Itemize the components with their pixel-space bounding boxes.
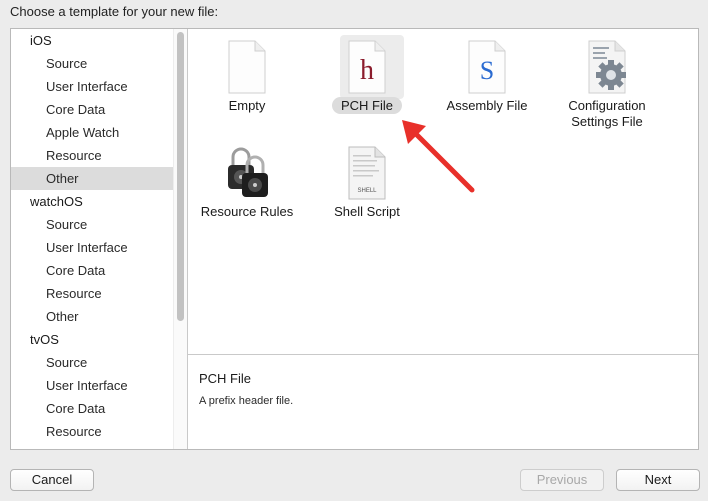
source-file-s-icon: S: [465, 39, 509, 95]
padlocks-icon: [225, 145, 269, 201]
template-label: Empty: [228, 98, 266, 113]
category-header-tvos[interactable]: tvOS: [11, 328, 173, 351]
assembly-glyph: S: [480, 56, 494, 85]
sidebar-item-tvos-resource[interactable]: Resource: [11, 420, 173, 443]
sidebar-item-watchos-core-data[interactable]: Core Data: [11, 259, 173, 282]
description-title: PCH File: [199, 371, 252, 386]
template-tile-assembly-file[interactable]: S Assembly File: [428, 33, 546, 139]
template-tile-empty[interactable]: Empty: [188, 33, 306, 139]
shell-glyph: SHELL: [357, 188, 377, 194]
template-label: PCH File: [308, 97, 426, 114]
template-category-sidebar[interactable]: iOS Source User Interface Core Data Appl…: [11, 29, 188, 449]
previous-button[interactable]: Previous: [520, 469, 604, 491]
sidebar-item-ios-core-data[interactable]: Core Data: [11, 98, 173, 121]
template-grid: Empty h PCH File S Assembly File Configu…: [188, 29, 698, 355]
sidebar-item-watchos-user-interface[interactable]: User Interface: [11, 236, 173, 259]
template-tile-pch-file[interactable]: h PCH File: [308, 33, 426, 139]
sidebar-item-tvos-user-interface[interactable]: User Interface: [11, 374, 173, 397]
sidebar-item-watchos-source[interactable]: Source: [11, 213, 173, 236]
category-header-watchos[interactable]: watchOS: [11, 190, 173, 213]
pch-glyph: h: [360, 55, 374, 86]
sidebar-item-watchos-other[interactable]: Other: [11, 305, 173, 328]
sidebar-item-tvos-core-data[interactable]: Core Data: [11, 397, 173, 420]
dialog-heading: Choose a template for your new file:: [10, 4, 219, 19]
category-header-ios[interactable]: iOS: [11, 29, 173, 52]
template-label: Assembly File: [446, 98, 528, 113]
sidebar-item-watchos-resource[interactable]: Resource: [11, 282, 173, 305]
template-tile-resource-rules[interactable]: Resource Rules: [188, 139, 306, 245]
shell-script-file-icon: SHELL: [345, 145, 389, 201]
sidebar-item-ios-resource[interactable]: Resource: [11, 144, 173, 167]
sidebar-item-ios-source[interactable]: Source: [11, 52, 173, 75]
sidebar-scroll-thumb[interactable]: [177, 32, 184, 321]
sidebar-item-tvos-source[interactable]: Source: [11, 351, 173, 374]
sidebar-item-ios-user-interface[interactable]: User Interface: [11, 75, 173, 98]
sidebar-item-ios-apple-watch[interactable]: Apple Watch: [11, 121, 173, 144]
category-list: iOS Source User Interface Core Data Appl…: [11, 29, 173, 443]
description-text: A prefix header file.: [199, 395, 294, 407]
cancel-button[interactable]: Cancel: [10, 469, 94, 491]
template-label: Resource Rules: [200, 204, 294, 219]
sidebar-scrollbar[interactable]: [173, 29, 187, 449]
template-tile-shell-script[interactable]: SHELL Shell Script: [308, 139, 426, 245]
blank-document-icon: [225, 39, 269, 95]
template-chooser-frame: iOS Source User Interface Core Data Appl…: [10, 28, 699, 450]
next-button[interactable]: Next: [616, 469, 700, 491]
template-label: Configuration Settings File: [568, 98, 646, 129]
template-tile-configuration-settings-file[interactable]: Configuration Settings File: [548, 33, 666, 139]
header-file-h-icon: h: [345, 39, 389, 95]
settings-gear-file-icon: [585, 39, 629, 95]
template-description-panel: PCH File A prefix header file.: [188, 355, 698, 449]
template-label: Shell Script: [334, 204, 400, 219]
sidebar-item-ios-other[interactable]: Other: [11, 167, 173, 190]
